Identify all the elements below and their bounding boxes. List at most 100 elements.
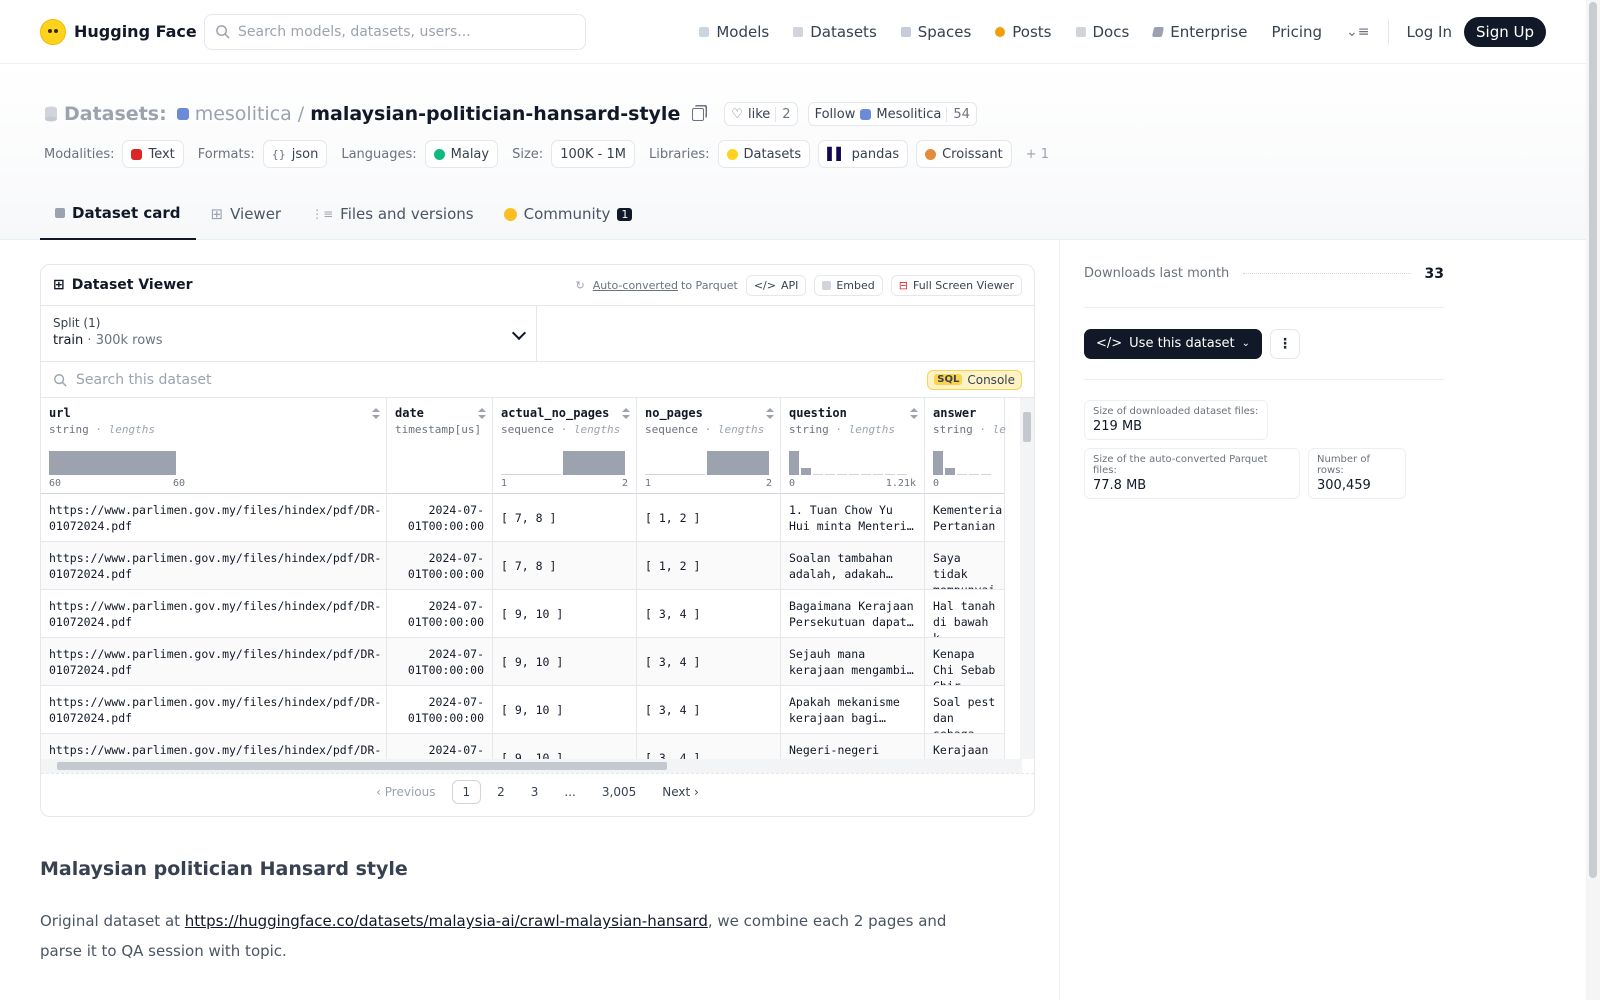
table-cell[interactable]: https://www.parlimen.gov.my/files/hindex…	[41, 590, 386, 638]
histogram-bar[interactable]	[789, 451, 799, 475]
histogram-bar[interactable]	[861, 474, 871, 475]
table-cell[interactable]: [ 9, 10 ]	[493, 638, 636, 686]
table-cell[interactable]: Sejauh mana kerajaan mengambi…	[781, 638, 924, 686]
next-page-button[interactable]: Next ›	[652, 781, 709, 803]
horizontal-scrollbar[interactable]	[41, 759, 1022, 773]
api-button[interactable]: </> API	[745, 274, 807, 296]
histogram-bar[interactable]	[897, 474, 907, 475]
sort-icon[interactable]	[766, 408, 774, 420]
table-cell[interactable]: 2024-07- 01T00:00:00	[387, 542, 492, 590]
original-dataset-link[interactable]: https://huggingface.co/datasets/malaysia…	[185, 912, 708, 930]
table-cell[interactable]: [ 9, 10 ]	[493, 686, 636, 734]
prev-page-button[interactable]: ‹ Previous	[366, 781, 445, 803]
histogram-bar[interactable]	[957, 474, 967, 475]
library-tag-datasets[interactable]: Datasets	[717, 140, 811, 168]
page-scroll-thumb[interactable]	[1589, 2, 1597, 878]
nav-docs[interactable]: Docs	[1064, 23, 1142, 41]
table-cell[interactable]: https://www.parlimen.gov.my/files/hindex…	[41, 542, 386, 590]
table-cell[interactable]: https://www.parlimen.gov.my/files/hindex…	[41, 494, 386, 542]
histogram-bar[interactable]	[969, 474, 979, 475]
column-header[interactable]: answer string · le 0	[925, 398, 1006, 494]
page-scrollbar[interactable]	[1586, 0, 1600, 1000]
tab-dataset-card[interactable]: Dataset card	[40, 188, 196, 240]
full-screen-button[interactable]: ⊟ Full Screen Viewer	[890, 274, 1022, 296]
histogram-bar[interactable]	[825, 474, 835, 475]
sort-icon[interactable]	[622, 408, 630, 420]
tab-files[interactable]: ⋮≡ Files and versions	[296, 188, 489, 240]
use-this-dataset-button[interactable]: </> Use this dataset ⌄	[1084, 328, 1262, 359]
nav-posts[interactable]: Posts	[983, 23, 1063, 41]
nav-pricing[interactable]: Pricing	[1259, 23, 1334, 41]
table-cell[interactable]: 2024-07- 01T00:00:00	[387, 494, 492, 542]
histogram-bar[interactable]	[645, 474, 705, 475]
sort-icon[interactable]	[478, 408, 486, 420]
table-cell[interactable]: 2024-07- 01T00:00:00	[387, 638, 492, 686]
column-header[interactable]: actual_no_pages sequence · lengths 1 2	[493, 398, 636, 494]
table-cell[interactable]: https://www.parlimen.gov.my/files/hindex…	[41, 686, 386, 734]
page-last[interactable]: 3,005	[592, 781, 646, 803]
table-cell[interactable]: Saya tidak mempunyai	[925, 542, 1004, 590]
table-cell[interactable]: [ 1, 2 ]	[637, 494, 780, 542]
table-cell[interactable]: Kenapa Chi Sebab Chir	[925, 638, 1004, 686]
histogram-bar[interactable]	[49, 451, 176, 475]
embed-button[interactable]: Embed	[814, 274, 883, 296]
histogram-bar[interactable]	[885, 474, 895, 475]
histogram-bar[interactable]	[837, 474, 847, 475]
column-header[interactable]: question string · lengths 0 1.21k	[781, 398, 924, 494]
table-cell[interactable]: 1. Tuan Chow Yu Hui minta Menteri…	[781, 494, 924, 542]
more-options-button[interactable]: ⋮	[1269, 328, 1300, 359]
library-tag-pandas[interactable]: ▌▌ pandas	[818, 140, 909, 168]
histogram-bar[interactable]	[801, 468, 811, 475]
histogram-bar[interactable]	[981, 474, 991, 475]
table-cell[interactable]: [ 7, 8 ]	[493, 542, 636, 590]
format-tag[interactable]: {} json	[262, 140, 328, 168]
tab-community[interactable]: Community 1	[489, 188, 648, 240]
table-cell[interactable]: [ 9, 10 ]	[493, 590, 636, 638]
brand[interactable]: Hugging Face	[40, 18, 204, 45]
table-cell[interactable]: Bagaimana Kerajaan Persekutuan dapat…	[781, 590, 924, 638]
global-search-input[interactable]	[238, 23, 568, 40]
repo-org-link[interactable]: mesolitica	[195, 103, 292, 125]
split-dropdown[interactable]: Split (1) train · 300k rows	[41, 306, 537, 361]
library-tag-croissant[interactable]: Croissant	[916, 140, 1012, 168]
table-cell[interactable]: [ 3, 4 ]	[637, 686, 780, 734]
table-cell[interactable]: Apakah mekanisme kerajaan bagi…	[781, 686, 924, 734]
scroll-thumb[interactable]	[57, 762, 667, 770]
histogram-bar[interactable]	[563, 451, 625, 475]
column-header[interactable]: url string · lengths 60 60	[41, 398, 386, 494]
histogram-bar[interactable]	[873, 474, 883, 475]
histogram-bar[interactable]	[813, 474, 823, 475]
histogram-bar[interactable]	[933, 451, 943, 475]
table-cell[interactable]: [ 3, 4 ]	[637, 590, 780, 638]
signup-button[interactable]: Sign Up	[1464, 16, 1546, 47]
column-header[interactable]: no_pages sequence · lengths 1 2	[637, 398, 780, 494]
tab-viewer[interactable]: ⊞ Viewer	[196, 188, 297, 240]
nav-spaces[interactable]: Spaces	[889, 23, 984, 41]
global-search[interactable]	[204, 13, 586, 50]
table-cell[interactable]: 2024-07- 01T00:00:00	[387, 686, 492, 734]
dataset-search-input[interactable]	[76, 371, 919, 388]
page-1[interactable]: 1	[451, 779, 482, 804]
sort-icon[interactable]	[910, 408, 918, 420]
sort-icon[interactable]	[372, 408, 380, 420]
copy-icon[interactable]	[692, 107, 705, 121]
scroll-thumb[interactable]	[1023, 412, 1031, 442]
table-cell[interactable]: Soal pest dan sebaga	[925, 686, 1004, 734]
repo-name[interactable]: malaysian-politician-hansard-style	[310, 103, 680, 125]
table-cell[interactable]: Kementeria Pertanian	[925, 494, 1004, 542]
histogram-bar[interactable]	[501, 474, 561, 475]
like-button[interactable]: ♡ like 2	[724, 102, 798, 126]
nav-datasets[interactable]: Datasets	[781, 23, 889, 41]
page-3[interactable]: 3	[521, 781, 549, 803]
histogram-bar[interactable]	[707, 451, 769, 475]
column-header[interactable]: date timestamp[us]	[387, 398, 492, 494]
modality-tag[interactable]: Text	[122, 140, 184, 168]
nav-enterprise[interactable]: Enterprise	[1141, 23, 1259, 41]
table-cell[interactable]: https://www.parlimen.gov.my/files/hindex…	[41, 638, 386, 686]
table-cell[interactable]: [ 3, 4 ]	[637, 638, 780, 686]
histogram-bar[interactable]	[945, 468, 955, 475]
nav-models[interactable]: Models	[687, 23, 781, 41]
page-2[interactable]: 2	[487, 781, 515, 803]
follow-button[interactable]: Follow Mesolitica 54	[807, 102, 977, 126]
login-link[interactable]: Log In	[1395, 23, 1465, 41]
